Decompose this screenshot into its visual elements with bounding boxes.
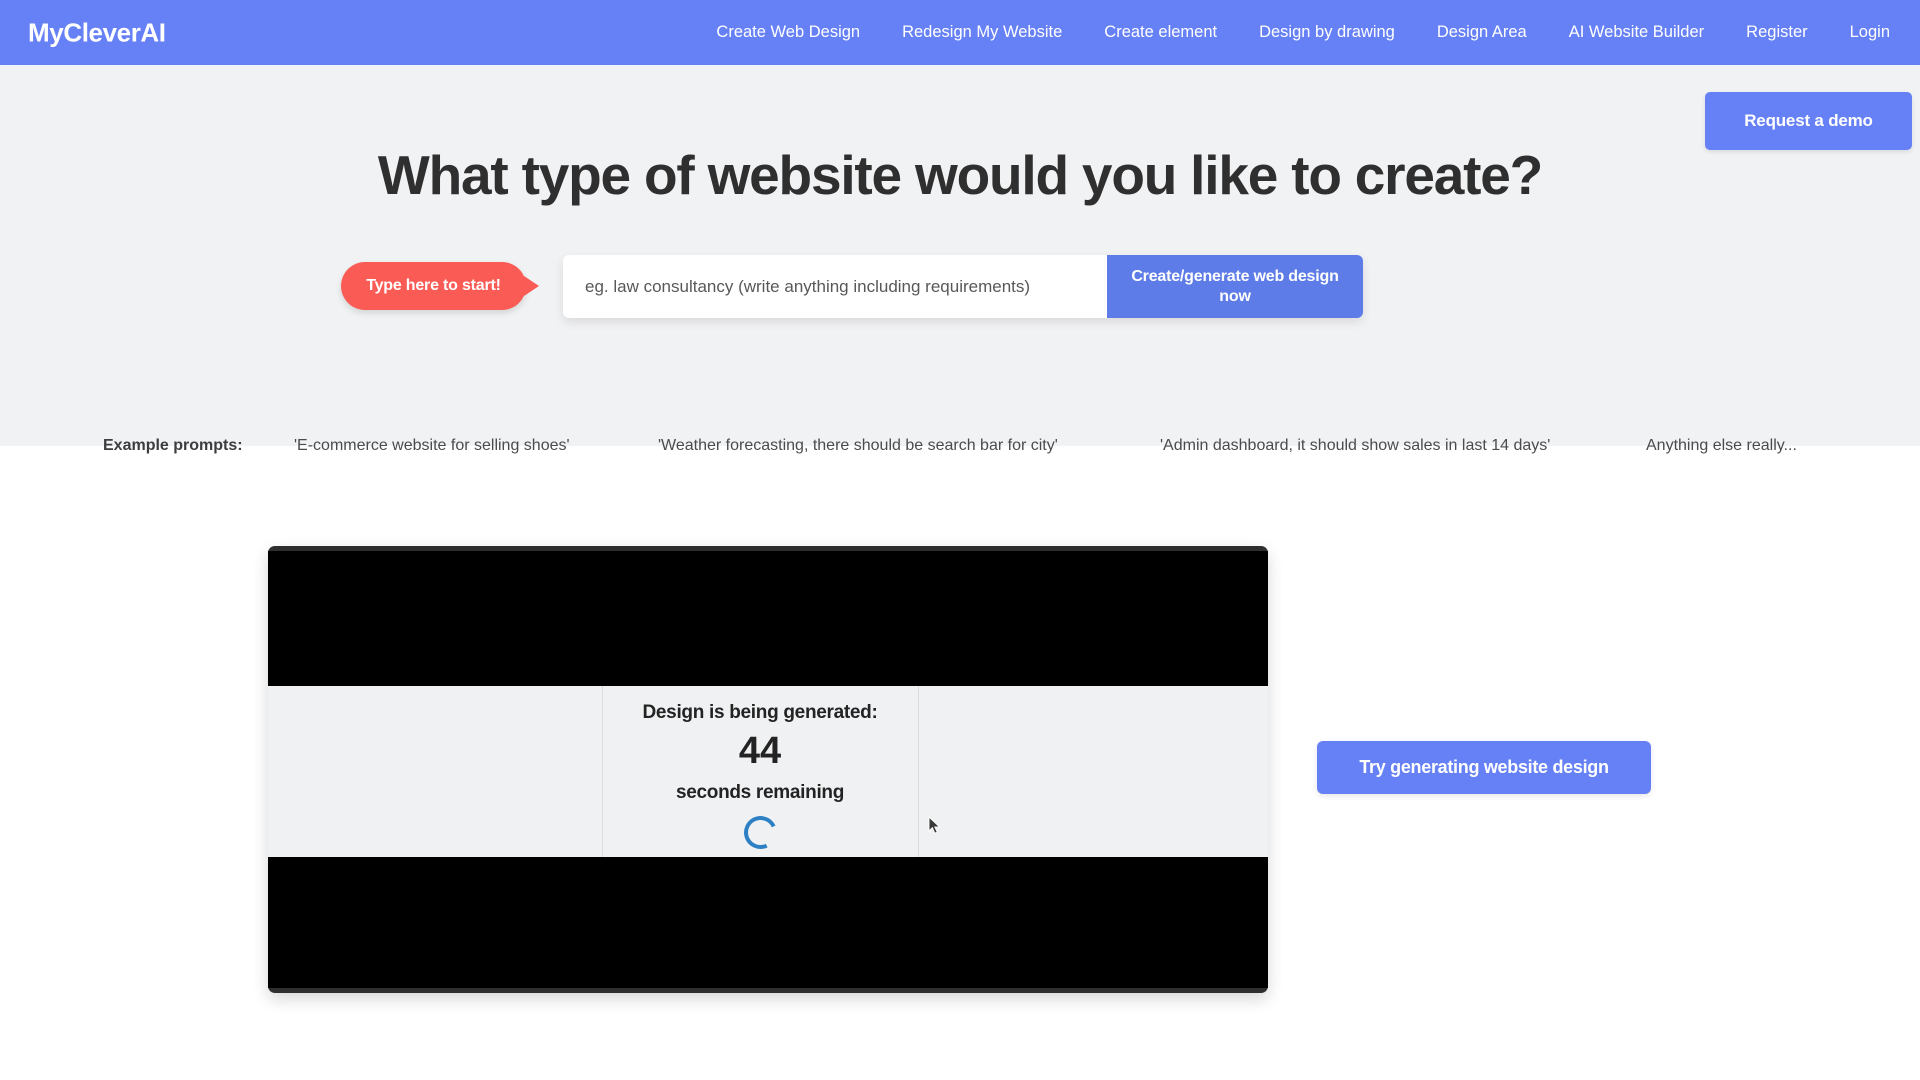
nav-link-ai-website-builder[interactable]: AI Website Builder — [1569, 23, 1704, 42]
request-demo-button[interactable]: Request a demo — [1705, 92, 1912, 150]
nav-link-register[interactable]: Register — [1746, 23, 1807, 42]
preview-video-panel[interactable]: Design is being generated: 44 seconds re… — [268, 546, 1268, 993]
seconds-remaining-count: 44 — [738, 730, 782, 772]
brand-logo[interactable]: MyCleverAI — [28, 17, 166, 48]
generate-design-button[interactable]: Create/generate web design now — [1107, 255, 1363, 318]
generation-status: Design is being generated: 44 seconds re… — [602, 686, 918, 857]
nav-link-design-by-drawing[interactable]: Design by drawing — [1259, 23, 1395, 42]
top-navbar: MyCleverAI Create Web Design Redesign My… — [0, 0, 1920, 65]
example-prompt-item[interactable]: 'E-commerce website for selling shoes' — [294, 437, 570, 455]
prompt-row: Type here to start! Create/generate web … — [0, 250, 1920, 330]
nav-link-redesign-my-website[interactable]: Redesign My Website — [902, 23, 1062, 42]
strip-divider-right — [918, 686, 919, 857]
type-here-badge: Type here to start! — [341, 262, 526, 310]
example-prompts: Example prompts: 'E-commerce website for… — [0, 437, 1920, 467]
prompt-input-group: Create/generate web design now — [563, 255, 1363, 318]
page-title: What type of website would you like to c… — [377, 144, 1543, 206]
hero-section: Request a demo What type of website woul… — [0, 65, 1920, 454]
nav-link-create-element[interactable]: Create element — [1104, 23, 1217, 42]
nav-link-create-web-design[interactable]: Create Web Design — [716, 23, 860, 42]
prompt-input[interactable] — [563, 255, 1107, 318]
generating-title: Design is being generated: — [642, 702, 878, 723]
try-generating-website-design-button[interactable]: Try generating website design — [1317, 741, 1651, 794]
seconds-remaining-label: seconds remaining — [675, 782, 845, 803]
example-prompts-label: Example prompts: — [103, 437, 243, 454]
example-prompt-item[interactable]: 'Admin dashboard, it should show sales i… — [1160, 437, 1550, 455]
letterbox-top — [268, 551, 1268, 686]
example-prompt-item[interactable]: Anything else really... — [1646, 437, 1797, 455]
generation-status-strip: Design is being generated: 44 seconds re… — [268, 686, 1268, 857]
preview-video-inner: Design is being generated: 44 seconds re… — [268, 551, 1268, 988]
loading-spinner-icon — [738, 811, 782, 854]
example-prompt-item[interactable]: 'Weather forecasting, there should be se… — [658, 437, 1058, 455]
nav-link-login[interactable]: Login — [1850, 23, 1890, 42]
letterbox-bottom — [268, 857, 1268, 988]
nav-link-design-area[interactable]: Design Area — [1437, 23, 1527, 42]
primary-navigation: Create Web Design Redesign My Website Cr… — [716, 0, 1890, 65]
